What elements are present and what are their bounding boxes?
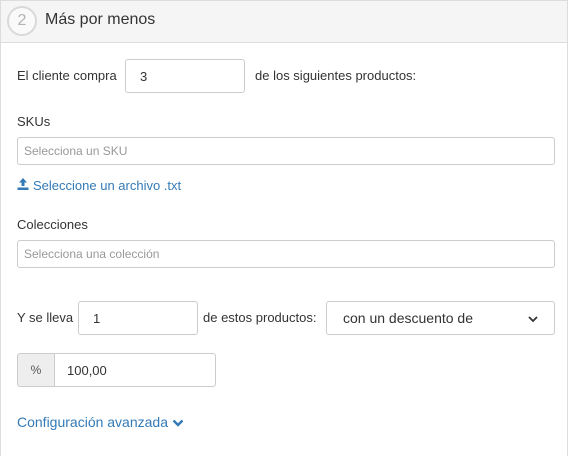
upload-txt-link[interactable]: Seleccione un archivo .txt — [17, 178, 181, 193]
advanced-config-label: Configuración avanzada — [17, 414, 168, 430]
get-quantity-input[interactable]: 1 — [78, 301, 198, 335]
discount-step-panel: 2 Más por menos El cliente compra 3 de l… — [0, 0, 568, 456]
discount-value-input[interactable]: 100,00 — [54, 353, 216, 387]
collections-label: Colecciones — [17, 217, 88, 232]
chevron-down-icon — [528, 310, 538, 326]
panel-title: Más por menos — [45, 11, 156, 28]
buy-prefix-label: El cliente compra — [17, 68, 117, 83]
sku-select-input[interactable] — [17, 137, 555, 165]
discount-type-value: con un descuento de — [343, 310, 473, 326]
skus-label: SKUs — [17, 114, 51, 129]
buy-quantity-input[interactable]: 3 — [125, 59, 245, 93]
buy-suffix-label: de los siguientes productos: — [255, 68, 417, 83]
percent-addon: % — [17, 353, 54, 387]
discount-value-group: % 100,00 — [17, 353, 216, 387]
upload-link-label: Seleccione un archivo .txt — [33, 178, 182, 193]
panel-header: 2 Más por menos — [1, 1, 567, 43]
advanced-config-link[interactable]: Configuración avanzada — [17, 414, 184, 430]
chevron-down-icon — [172, 414, 184, 430]
collection-select-input[interactable] — [17, 240, 555, 268]
get-middle-label: de estos productos: — [203, 310, 317, 325]
upload-icon — [17, 178, 29, 193]
step-number-badge: 2 — [7, 6, 37, 36]
discount-type-select[interactable]: con un descuento de — [326, 301, 555, 335]
get-prefix-label: Y se lleva — [17, 310, 74, 325]
